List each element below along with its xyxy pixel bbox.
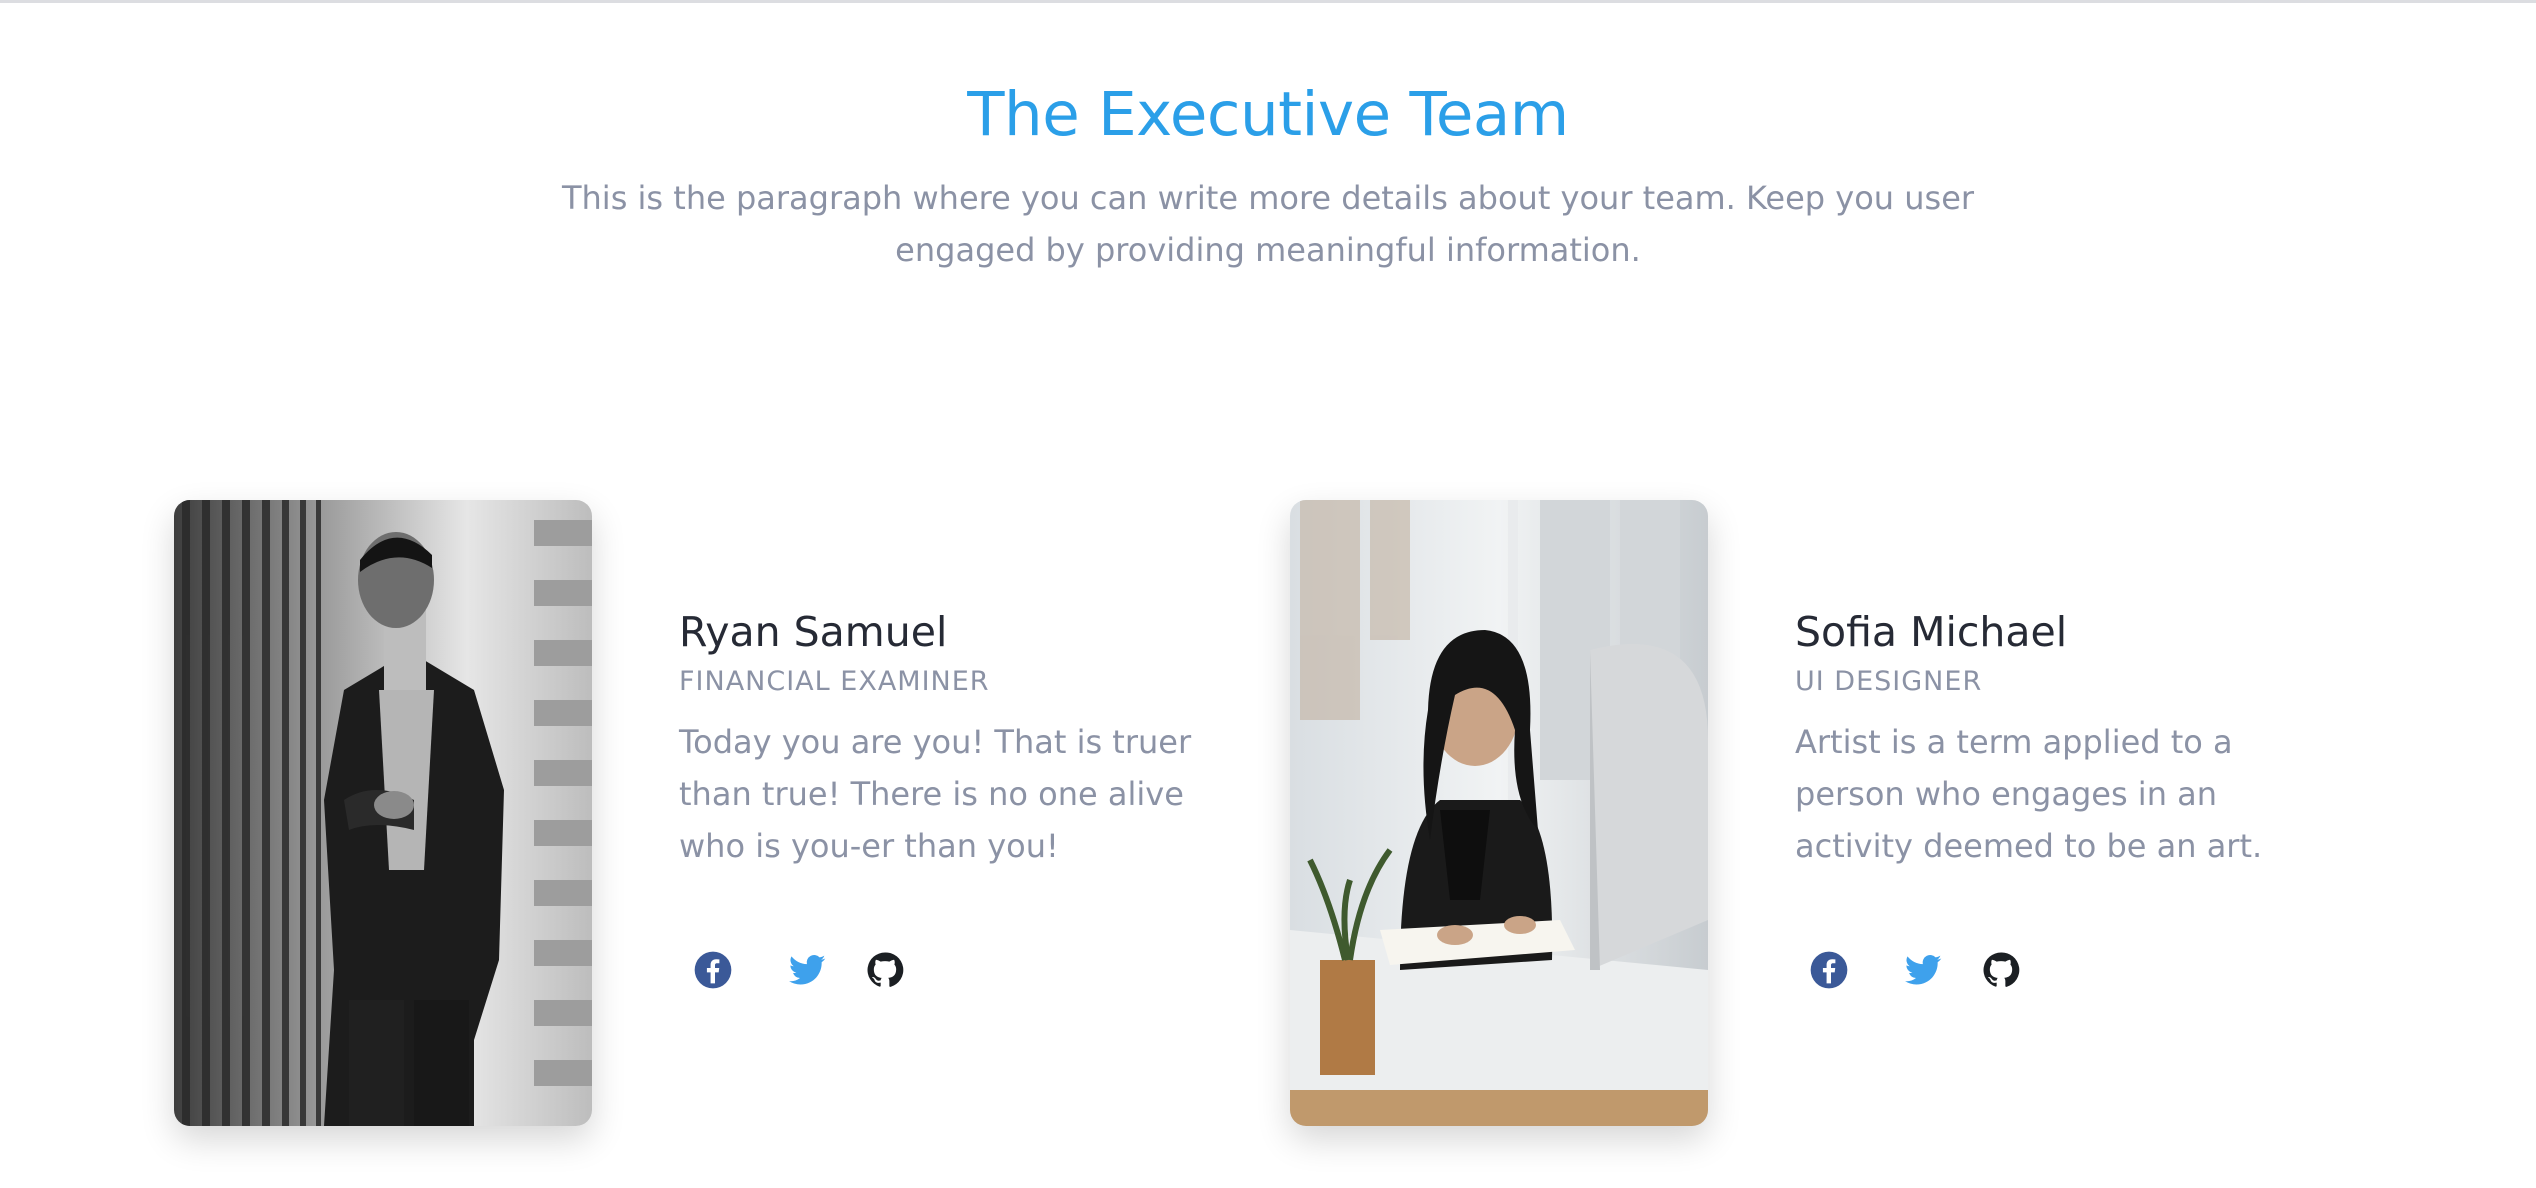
member-photo (1290, 500, 1708, 1126)
member-bio: Artist is a term applied to a person who… (1795, 723, 2263, 865)
member-role: UI DESIGNER (1795, 666, 1983, 697)
member-photo (174, 500, 592, 1126)
member-name: Ryan Samuel (679, 608, 948, 656)
team-header: The Executive Team This is the paragraph… (0, 72, 2536, 276)
member-name: Sofia Michael (1795, 608, 2068, 656)
twitter-icon[interactable] (783, 946, 831, 994)
top-divider (0, 0, 2536, 3)
page-title: The Executive Team (967, 79, 1569, 150)
member-info: Sofia Michael UI DESIGNER Artist is a te… (1795, 604, 2285, 872)
twitter-icon[interactable] (1899, 946, 1947, 994)
member-info: Ryan Samuel FINANCIAL EXAMINER Today you… (679, 604, 1199, 872)
github-icon[interactable] (861, 946, 909, 994)
member-role: FINANCIAL EXAMINER (679, 666, 990, 697)
page-subtitle: This is the paragraph where you can writ… (561, 179, 1975, 269)
facebook-icon[interactable] (689, 946, 737, 994)
facebook-icon[interactable] (1805, 946, 1853, 994)
member-bio: Today you are you! That is truer than tr… (679, 723, 1192, 865)
github-icon[interactable] (1977, 946, 2025, 994)
